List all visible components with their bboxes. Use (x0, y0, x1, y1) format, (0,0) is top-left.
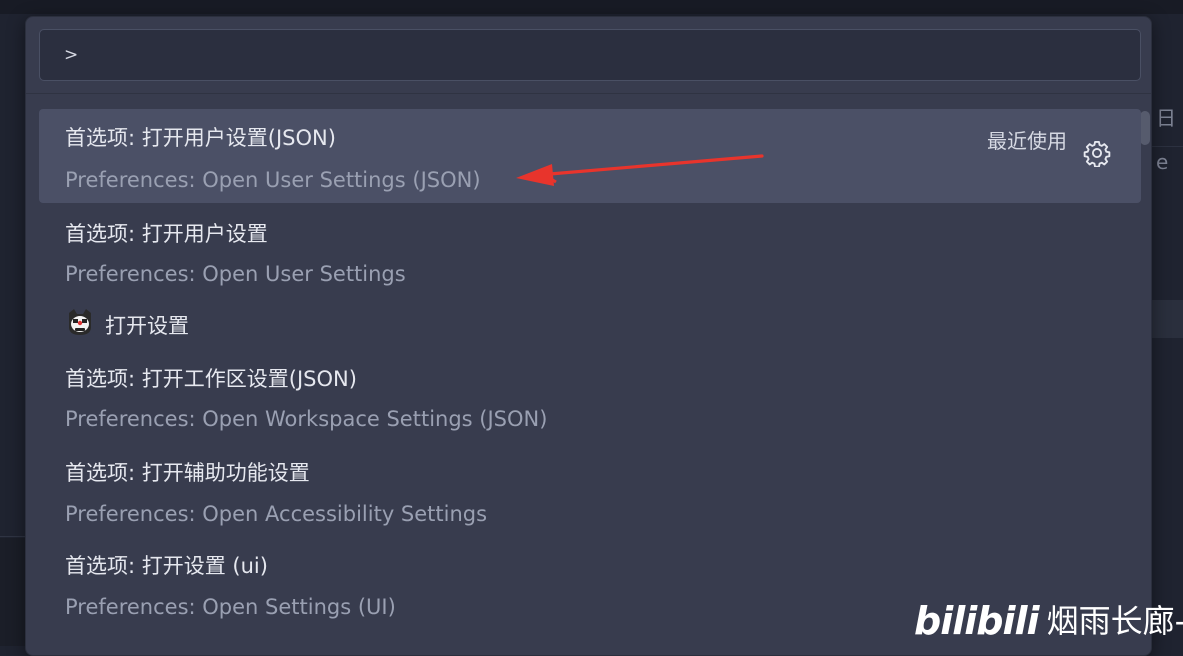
palette-scrollbar[interactable] (1140, 111, 1150, 145)
command-input[interactable]: > (39, 29, 1141, 81)
command-item-title: 首选项: 打开工作区设置(JSON) (65, 367, 357, 391)
recently-used-badge: 最近使用 (987, 129, 1067, 153)
command-item-open-settings[interactable]: 打开设置 (39, 303, 1141, 345)
command-item-subtitle: Preferences: Open Accessibility Settings (65, 502, 488, 526)
command-palette: > 首选项: 打开用户设置(JSON) Preferences: Open Us… (25, 16, 1152, 656)
command-item-open-user-settings[interactable]: 首选项: 打开用户设置 Preferences: Open User Setti… (39, 207, 1141, 297)
emoji-face-icon (69, 309, 91, 335)
editor-left-panel (0, 538, 25, 646)
red-arrow-annotation (516, 154, 764, 186)
editor-highlight-line (1152, 300, 1183, 338)
uploader-name: 烟雨长廊- (1046, 602, 1183, 640)
command-item-title: 首选项: 打开辅助功能设置 (65, 461, 310, 485)
editor-top-bar (0, 0, 1183, 14)
command-item-subtitle: Preferences: Open User Settings (65, 262, 406, 286)
command-item-open-accessibility-settings[interactable]: 首选项: 打开辅助功能设置 Preferences: Open Accessib… (39, 447, 1141, 537)
gear-icon[interactable] (1083, 139, 1111, 167)
editor-divider (1152, 146, 1183, 147)
editor-tab-fragment[interactable]: 日 e (1150, 96, 1183, 174)
command-item-title: 首选项: 打开用户设置(JSON) (65, 126, 336, 150)
command-item-subtitle: Preferences: Open User Settings (JSON) (65, 168, 481, 192)
editor-left-divider (0, 536, 25, 537)
command-item-subtitle: Preferences: Open Workspace Settings (JS… (65, 407, 548, 431)
command-item-subtitle: Preferences: Open Settings (UI) (65, 595, 396, 619)
command-item-title: 首选项: 打开用户设置 (65, 222, 268, 246)
bilibili-watermark: bilibili 烟雨长廊- (914, 596, 1183, 646)
command-item-title: 首选项: 打开设置 (ui) (65, 554, 268, 578)
palette-divider (26, 93, 1151, 94)
command-item-title: 打开设置 (105, 314, 189, 338)
bilibili-logo: bilibili (914, 599, 1040, 643)
command-item-open-workspace-settings-json[interactable]: 首选项: 打开工作区设置(JSON) Preferences: Open Wor… (39, 353, 1141, 443)
